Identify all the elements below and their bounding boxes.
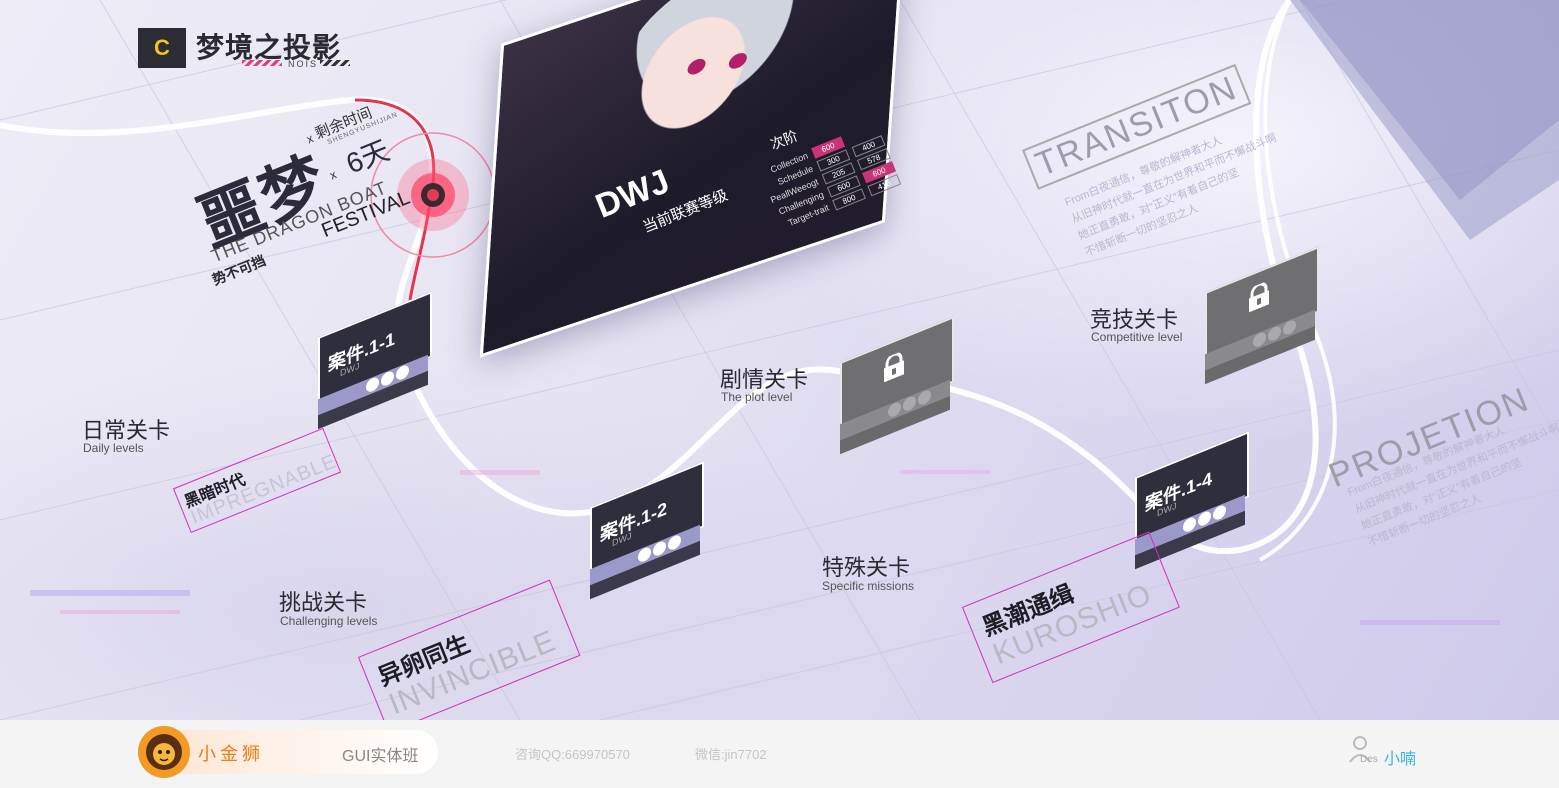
hero-card-area[interactable]: DWJ 当前联赛等级 次阶 Collection 600 Schedule 300 4…: [440, 0, 960, 358]
level-sub-special: Specific missions: [822, 579, 915, 593]
level-sub-challenge: Challenging levels: [280, 614, 378, 628]
user-name[interactable]: 小喃: [1384, 745, 1416, 769]
lion-icon: [146, 734, 182, 770]
brand-name: 小金狮: [198, 744, 264, 764]
contact-wechat: 微信:jin7702: [695, 747, 767, 762]
game-stage: C 梦境之投影 NOIS 噩梦 THE DRAGON BOAT FESTIVAL…: [0, 0, 1559, 720]
hero-eye-left: [687, 56, 707, 77]
level-label-special[interactable]: 特殊关卡: [822, 550, 910, 582]
level-sub-daily: Daily levels: [83, 441, 144, 455]
event-x-mark-2: x: [327, 167, 339, 183]
hero-eye-right: [728, 50, 748, 72]
lion-avatar-icon[interactable]: [138, 726, 190, 778]
footer-bar: 小金狮 GUI实体班 咨询QQ:669970570 微信:jin7702 Des…: [0, 720, 1559, 788]
user-des: Des: [1360, 754, 1378, 765]
contact-qq: 咨询QQ:669970570: [515, 747, 630, 762]
course-name: GUI实体班: [342, 748, 419, 765]
level-sub-plot: The plot level: [721, 390, 793, 404]
level-label-challenge[interactable]: 挑战关卡: [279, 585, 367, 617]
level-sub-competitive: Competitive level: [1091, 330, 1183, 344]
logo-mark-icon: C: [138, 28, 186, 68]
